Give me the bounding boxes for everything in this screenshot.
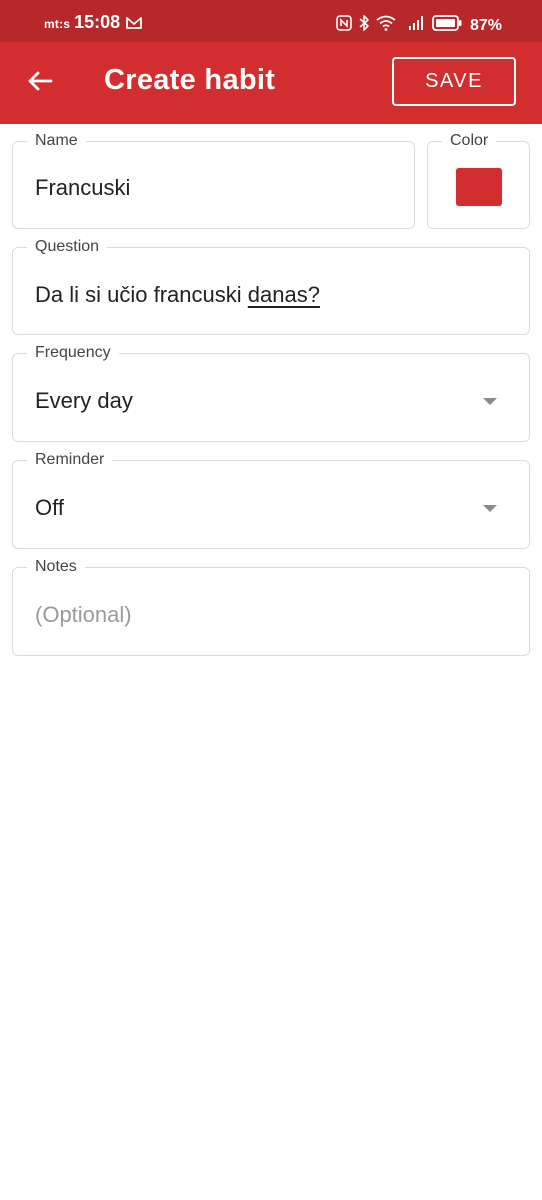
reminder-dropdown[interactable]: Reminder Off <box>12 450 530 549</box>
color-field[interactable]: Color <box>427 131 530 229</box>
reminder-value: Off <box>35 495 64 520</box>
frequency-value: Every day <box>35 388 133 413</box>
bluetooth-icon <box>358 14 370 37</box>
question-field-label: Question <box>27 237 108 257</box>
mail-icon <box>126 16 143 33</box>
carrier-label: mt:s <box>44 16 71 31</box>
nfc-icon <box>336 15 352 36</box>
question-text: Da li si učio francuski <box>35 282 248 307</box>
color-swatch[interactable] <box>456 168 502 206</box>
app-bar: Create habit SAVE <box>0 42 542 124</box>
dropdown-arrow-icon <box>483 398 497 405</box>
color-field-label: Color <box>442 131 497 151</box>
arrow-left-icon <box>27 70 53 97</box>
question-field[interactable]: Question Da li si učio francuski danas? <box>12 237 530 335</box>
status-time: 15:08 <box>74 12 121 32</box>
status-left: mt:s 15:08 <box>44 12 143 33</box>
page-title: Create habit <box>104 64 276 96</box>
notes-field[interactable]: Notes (Optional) <box>12 557 530 656</box>
dropdown-arrow-icon <box>483 505 497 512</box>
question-field-value: Da li si učio francuski danas? <box>35 282 320 308</box>
notes-placeholder: (Optional) <box>35 602 132 627</box>
status-right: 87% <box>336 14 502 37</box>
name-field-value: Francuski <box>35 175 131 200</box>
back-button[interactable] <box>20 63 60 103</box>
status-bar: mt:s 15:08 87% <box>0 0 542 42</box>
save-button[interactable]: SAVE <box>392 57 516 106</box>
reminder-field-label: Reminder <box>27 450 113 470</box>
battery-percent: 87% <box>469 16 502 34</box>
frequency-field-label: Frequency <box>27 343 119 363</box>
battery-icon <box>432 15 462 36</box>
name-field[interactable]: Name Francuski <box>12 131 415 229</box>
question-misspelled-word: danas? <box>247 282 320 307</box>
notes-field-label: Notes <box>27 557 85 577</box>
name-field-label: Name <box>27 131 86 151</box>
frequency-dropdown[interactable]: Frequency Every day <box>12 343 530 442</box>
signal-icon <box>408 16 426 35</box>
wifi-icon <box>376 15 396 36</box>
